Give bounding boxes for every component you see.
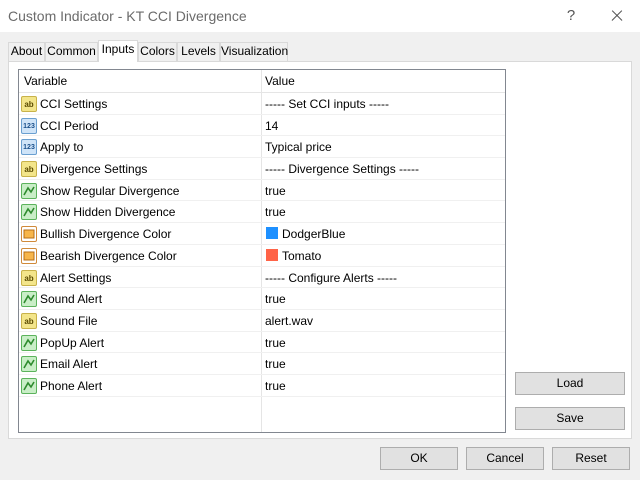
title-bar: Custom Indicator - KT CCI Divergence ? [0,0,640,32]
variable-name: Show Hidden Divergence [40,205,176,220]
tab-about[interactable]: About [8,42,45,61]
variable-name: Bullish Divergence Color [40,227,172,242]
variable-name: Alert Settings [40,270,112,285]
tab-visualization[interactable]: Visualization [220,42,288,61]
table-row[interactable]: 123 CCI Period 14 [19,115,505,137]
bool-type-icon [21,204,37,221]
variable-name: Phone Alert [40,378,103,393]
cancel-button[interactable]: Cancel [466,447,544,470]
tab-inputs[interactable]: Inputs [98,40,138,62]
tab-common[interactable]: Common [45,42,98,61]
string-type-icon: ab [21,269,37,286]
bool-type-icon [21,356,37,373]
variable-value[interactable]: true [265,336,286,350]
variable-name: CCI Settings [40,97,108,111]
bool-type-icon [21,334,37,351]
variable-name: Divergence Settings [40,162,148,177]
grid-header: Variable Value [19,70,505,93]
grid-rows: ab CCI Settings ----- Set CCI inputs -----… [19,93,505,397]
variable-name: Apply to [40,140,84,155]
color-type-icon [21,247,37,264]
table-row[interactable]: ab Sound File alert.wav [19,310,505,332]
inputs-panel: Variable Value ab CCI Settings ----- Set C… [8,61,632,439]
string-type-icon: ab [21,161,37,178]
table-row[interactable]: ab CCI Settings ----- Set CCI inputs ----- [19,93,505,115]
variable-value[interactable]: DodgerBlue [282,227,345,241]
number-type-icon: 123 [21,139,37,156]
variable-name: Bearish Divergence Color [40,248,177,263]
string-type-icon: ab [21,312,37,329]
table-row[interactable]: Phone Alert true [19,375,505,397]
table-row[interactable]: Show Regular Divergence true [19,180,505,202]
header-variable: Variable [24,74,68,88]
variable-value[interactable]: 14 [265,119,278,133]
table-row[interactable]: PopUp Alert true [19,332,505,354]
ok-button[interactable]: OK [380,447,458,470]
number-type-icon: 123 [21,117,37,134]
reset-button[interactable]: Reset [552,447,630,470]
variable-name: Show Regular Divergence [40,183,180,198]
table-row[interactable]: 123 Apply to Typical price [19,136,505,159]
color-type-icon [21,226,37,243]
tab-levels[interactable]: Levels [177,42,220,61]
variable-name: PopUp Alert [40,335,105,350]
variable-value[interactable]: ----- Set CCI inputs ----- [265,97,389,111]
table-row[interactable]: ab Alert Settings ----- Configure Alerts -… [19,267,505,289]
variable-value[interactable]: Tomato [282,249,321,263]
variable-value[interactable]: ----- Configure Alerts ----- [265,271,397,285]
variable-value[interactable]: alert.wav [265,314,313,328]
table-row[interactable]: Bearish Divergence Color Tomato [19,245,505,267]
load-button[interactable]: Load [515,372,625,395]
inputs-grid: Variable Value ab CCI Settings ----- Set C… [18,69,506,433]
table-row[interactable]: Sound Alert true [19,288,505,310]
table-row[interactable]: Show Hidden Divergence true [19,201,505,224]
variable-value[interactable]: true [265,379,286,393]
help-button[interactable]: ? [548,0,594,32]
bool-type-icon [21,377,37,394]
variable-name: Sound Alert [40,292,103,307]
color-swatch [266,227,278,240]
table-row[interactable]: ab Divergence Settings ----- Divergence Se… [19,158,505,180]
variable-value[interactable]: Typical price [265,140,332,154]
color-swatch [266,248,278,261]
variable-name: Email Alert [40,357,98,372]
variable-value[interactable]: true [265,184,286,198]
window-title: Custom Indicator - KT CCI Divergence [8,8,247,24]
table-row[interactable]: Email Alert true [19,353,505,375]
variable-name: Sound File [40,313,98,328]
variable-value[interactable]: true [265,205,286,219]
variable-value[interactable]: ----- Divergence Settings ----- [265,162,419,176]
header-value: Value [265,74,295,88]
bool-type-icon [21,291,37,308]
tab-colors[interactable]: Colors [138,42,177,61]
table-row[interactable]: Bullish Divergence Color DodgerBlue [19,223,505,245]
close-icon[interactable] [594,0,640,32]
save-button[interactable]: Save [515,407,625,430]
variable-value[interactable]: true [265,357,286,371]
variable-name: CCI Period [40,118,99,133]
variable-value[interactable]: true [265,292,286,306]
string-type-icon: ab [21,96,37,112]
bool-type-icon [21,182,37,199]
